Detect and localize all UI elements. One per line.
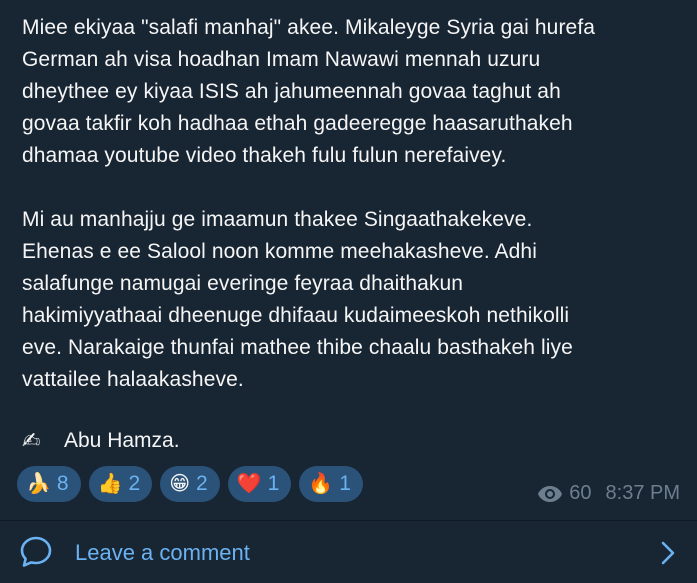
chevron-right-icon: [661, 541, 675, 565]
message-paragraph-2: Mi au manhajju ge imaamun thakee Singaat…: [22, 208, 573, 391]
reaction-count: 2: [128, 472, 141, 495]
thumbs-up-icon: 👍: [97, 473, 123, 495]
leave-comment-label: Leave a comment: [75, 540, 250, 565]
reaction-fire[interactable]: 🔥 1: [299, 466, 363, 502]
eye-icon: [538, 485, 563, 502]
writing-hand-icon: ✍: [22, 428, 41, 453]
grin-icon: 😁: [169, 473, 191, 495]
comment-bubble-icon: [20, 536, 52, 567]
message-paragraph-1: Miee ekiyaa "salafi manhaj" akee. Mikale…: [22, 16, 596, 167]
message-meta: 60 8:37 PM: [537, 482, 680, 505]
message-text: Miee ekiyaa "salafi manhaj" akee. Mikale…: [22, 12, 682, 396]
reaction-banana[interactable]: 🍌 8: [17, 466, 81, 502]
banana-icon: 🍌: [26, 473, 51, 495]
fire-icon: 🔥: [308, 473, 334, 495]
reaction-thumbs-up[interactable]: 👍 2: [88, 466, 153, 502]
signature-name: Abu Hamza.: [64, 429, 180, 452]
reaction-heart[interactable]: ❤️ 1: [227, 466, 292, 502]
message-bubble: Miee ekiyaa "salafi manhaj" akee. Mikale…: [0, 0, 697, 583]
reaction-grin[interactable]: 😁 2: [160, 466, 220, 502]
leave-comment-button[interactable]: Leave a comment: [0, 521, 697, 583]
reaction-count: 8: [56, 472, 69, 495]
reaction-count: 2: [196, 472, 208, 495]
reactions-bar: 🍌 8 👍 2 😁 2 ❤️ 1 🔥 1: [17, 466, 363, 502]
signature: ✍ Abu Hamza.: [22, 425, 180, 457]
reaction-count: 1: [339, 472, 351, 495]
view-count: 60: [569, 482, 592, 504]
reaction-count: 1: [267, 472, 280, 495]
heart-icon: ❤️: [236, 473, 262, 495]
message-time: 8:37 PM: [605, 482, 680, 504]
